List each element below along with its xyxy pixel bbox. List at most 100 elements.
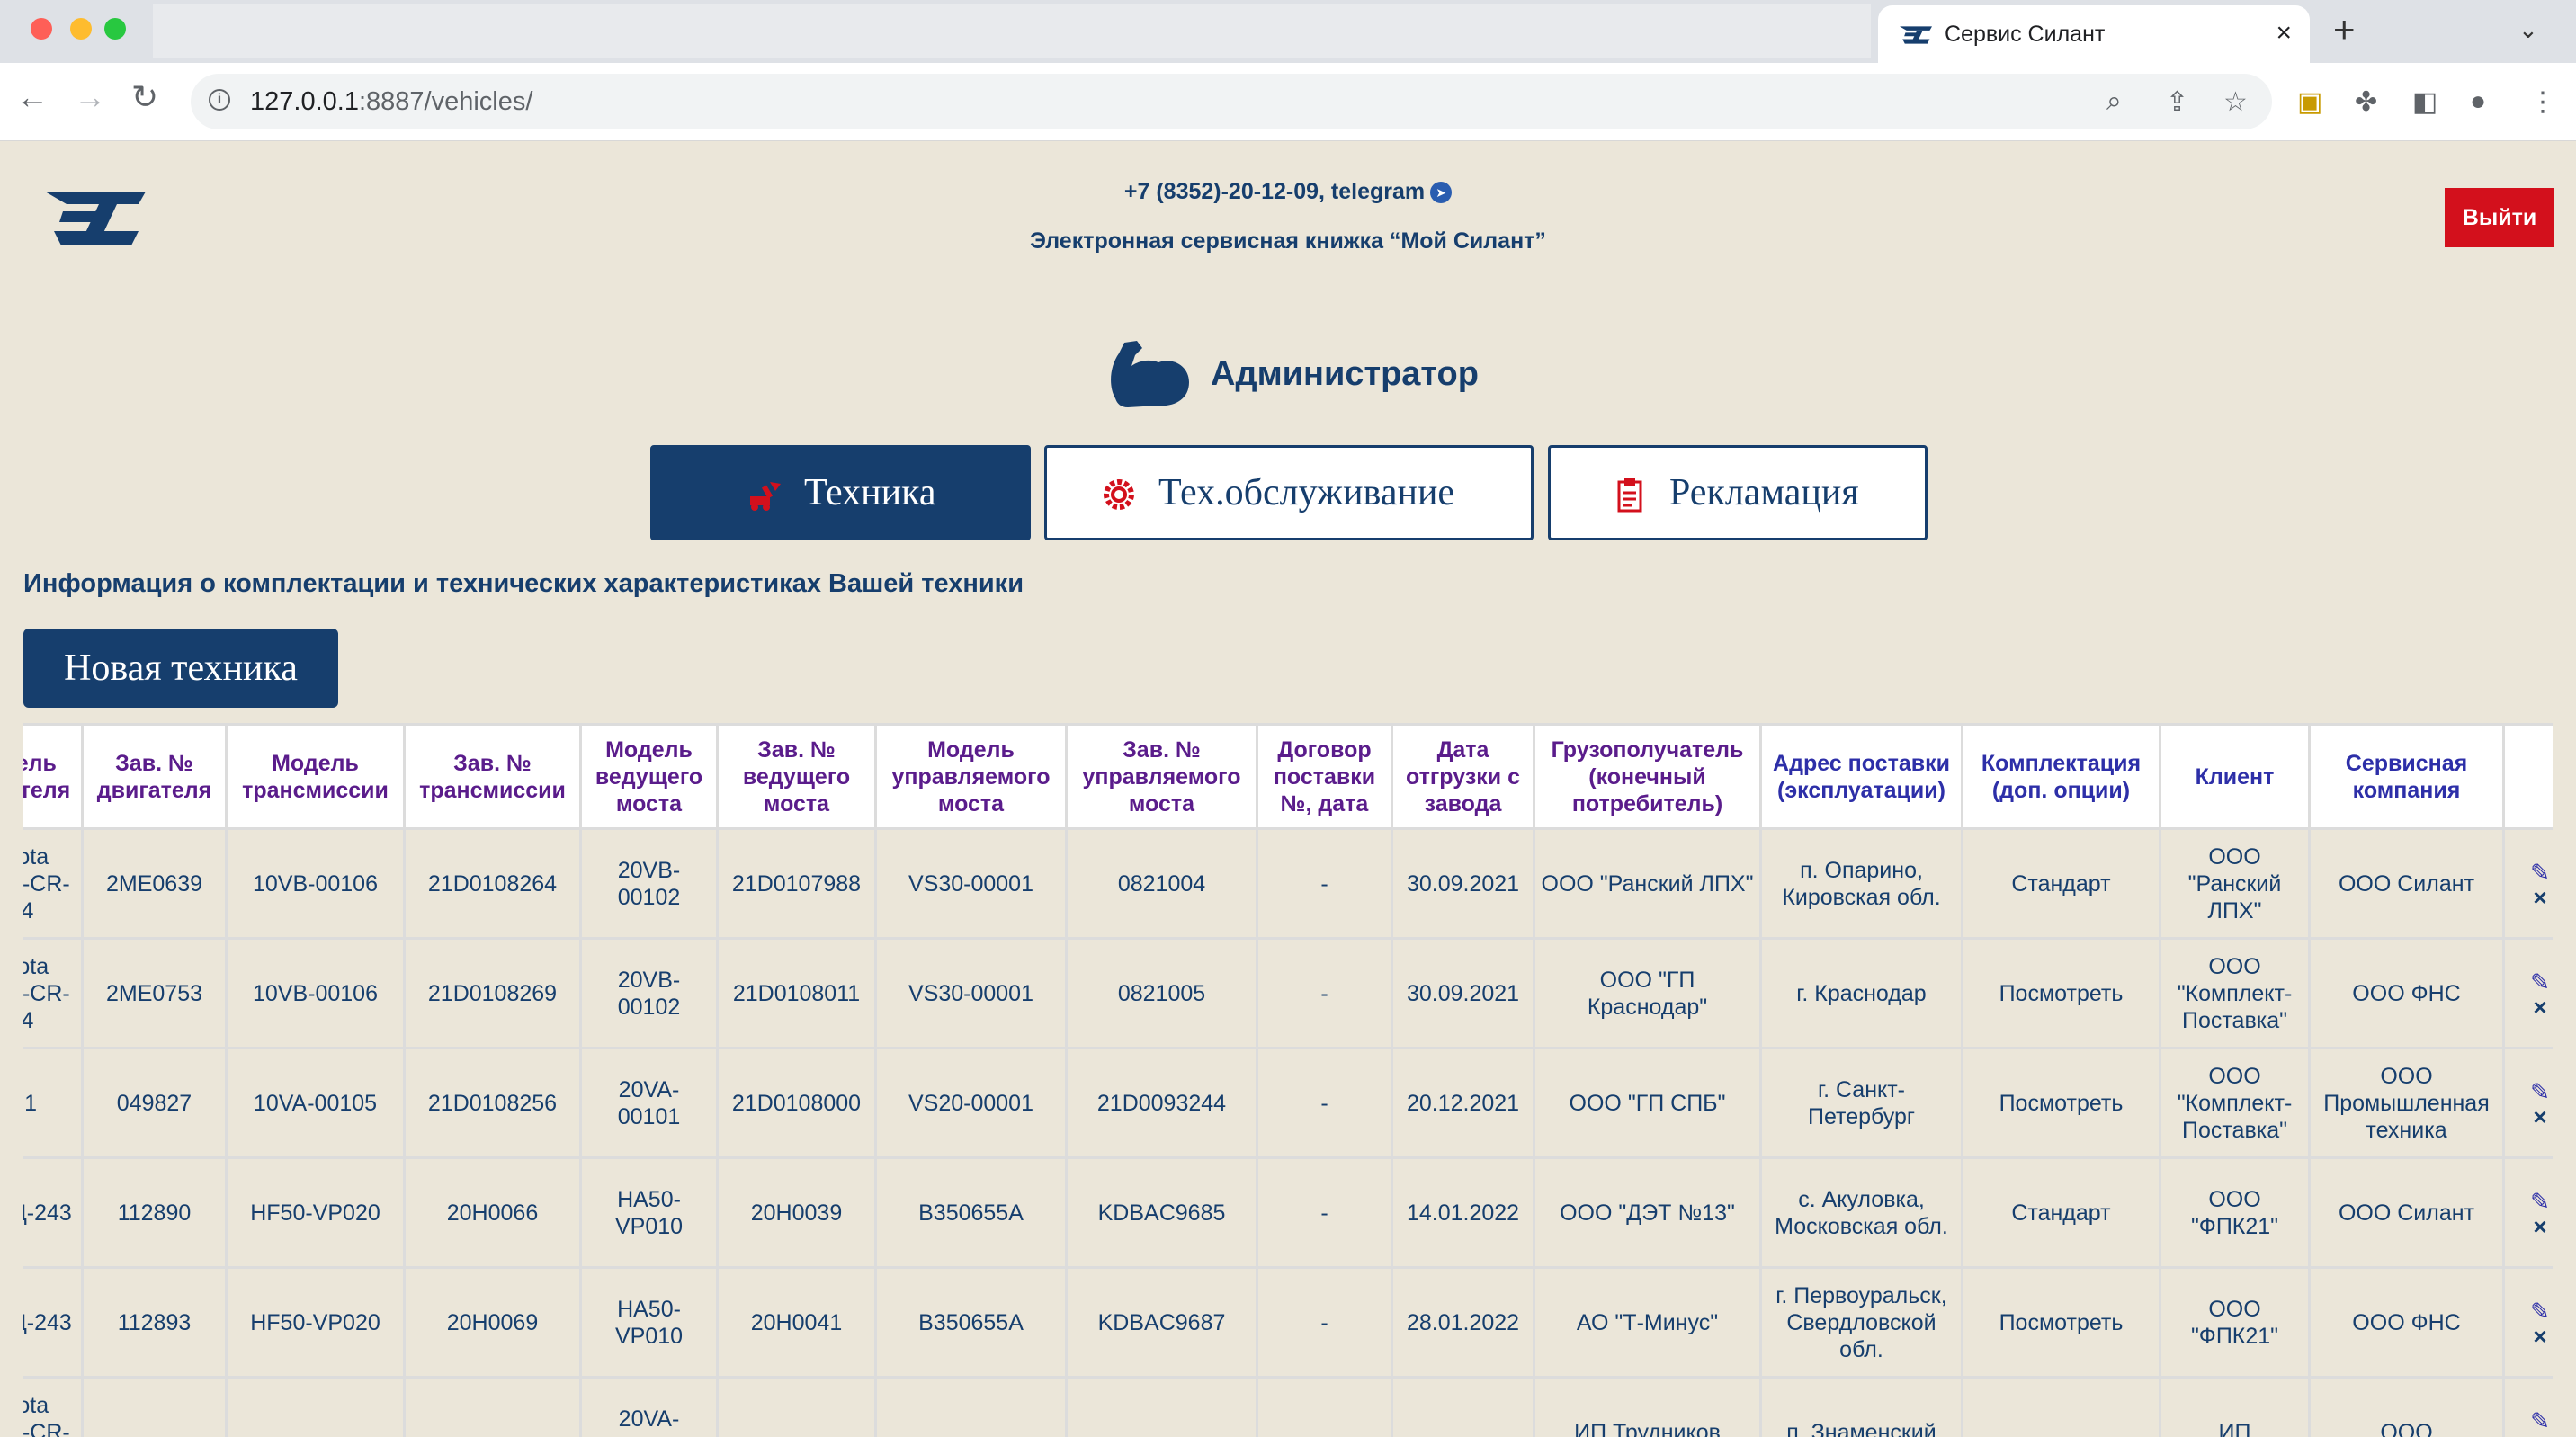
new-vehicle-button[interactable]: Новая техника: [23, 629, 338, 708]
table-cell: 2ME0639: [81, 827, 228, 940]
table-cell: [81, 1376, 228, 1437]
edit-pencil-icon[interactable]: ✎: [2507, 1078, 2554, 1105]
table-cell[interactable]: Посмотреть: [1961, 937, 2161, 1049]
table-cell: ООО ФНС: [2308, 937, 2505, 1049]
table-cell: г. Санкт-Петербург: [1759, 1047, 1963, 1159]
column-header[interactable]: Модель двигателя: [23, 723, 84, 830]
edit-pencil-icon[interactable]: ✎: [2507, 1298, 2554, 1325]
table-cell: ООО Силант: [2308, 1156, 2505, 1269]
column-header[interactable]: Зав. № ведущего моста: [716, 723, 877, 830]
row-actions: ✎×: [2502, 1376, 2554, 1437]
browser-tab-active[interactable]: Сервис Силант ×: [1878, 5, 2310, 63]
table-cell: 20VB-00102: [579, 827, 719, 940]
tab-strip-empty-area: [153, 4, 1871, 58]
table-row[interactable]: Д-2104982710VA-0010521D010825620VA-00101…: [23, 1047, 2554, 1159]
browser-menu-icon[interactable]: ⋮: [2529, 86, 2556, 118]
column-header[interactable]: Грузополучатель (конечный потребитель): [1533, 723, 1762, 830]
table-cell: Д-21: [23, 1047, 84, 1159]
column-header[interactable]: Сервисная компания: [2308, 723, 2505, 830]
delete-x-icon[interactable]: ×: [2507, 1434, 2554, 1437]
table-cell: 20.12.2021: [1391, 1047, 1535, 1159]
column-header[interactable]: Клиент: [2159, 723, 2311, 830]
table-cell: [1391, 1376, 1535, 1437]
profile-avatar-icon[interactable]: ●: [2470, 86, 2486, 117]
table-cell: KDBAC9687: [1065, 1266, 1258, 1379]
table-cell: г. Краснодар: [1759, 937, 1963, 1049]
tab-vehicles[interactable]: Техника: [650, 445, 1031, 540]
column-header: [2502, 723, 2553, 830]
table-cell: п. Знаменский: [1759, 1376, 1963, 1437]
tab-title: Сервис Силант: [1945, 22, 2106, 47]
table-cell: 10VB-00106: [225, 937, 406, 1049]
silant-favicon-icon: [1900, 26, 1932, 44]
table-cell: VS30-00001: [874, 937, 1068, 1049]
share-icon[interactable]: ⇪: [2166, 86, 2188, 118]
table-cell: ООО "Комплект-Поставка": [2159, 937, 2311, 1049]
tab-maintenance[interactable]: Тех.обслуживание: [1044, 445, 1534, 540]
tab-search-chevron-icon[interactable]: ⌄: [2518, 16, 2538, 44]
bookmark-star-icon[interactable]: ☆: [2223, 86, 2248, 118]
forward-arrow-icon[interactable]: →: [74, 81, 106, 113]
column-header[interactable]: Зав. № двигателя: [81, 723, 228, 830]
column-header[interactable]: Договор поставки №, дата: [1256, 723, 1393, 830]
table-cell: 21D0093244: [1065, 1047, 1258, 1159]
edit-pencil-icon[interactable]: ✎: [2507, 859, 2554, 886]
delete-x-icon[interactable]: ×: [2507, 1105, 2554, 1129]
table-row[interactable]: ММЗ Д-243112893HF50-VP02020H0069HA50-VP0…: [23, 1266, 2554, 1379]
table-row[interactable]: Kubota D1803-CR-TE42ME075310VB-0010621D0…: [23, 937, 2554, 1049]
column-header[interactable]: Комплектация (доп. опции): [1961, 723, 2161, 830]
table-row[interactable]: Kubota D1803-CR-TE4 20VA-00101 ИП Труднико…: [23, 1376, 2554, 1437]
delete-x-icon[interactable]: ×: [2507, 886, 2554, 909]
row-actions: ✎×: [2502, 1047, 2554, 1159]
delete-x-icon[interactable]: ×: [2507, 995, 2554, 1019]
maximize-window-button[interactable]: [104, 18, 126, 40]
table-row[interactable]: Kubota D1803-CR-TE42ME063910VB-0010621D0…: [23, 827, 2554, 940]
column-header[interactable]: Зав. № управляемого моста: [1065, 723, 1258, 830]
table-cell[interactable]: Посмотреть: [1961, 1266, 2161, 1379]
delete-x-icon[interactable]: ×: [2507, 1215, 2554, 1238]
minimize-window-button[interactable]: [70, 18, 92, 40]
table-cell: [225, 1376, 406, 1437]
edit-pencil-icon[interactable]: ✎: [2507, 1407, 2554, 1434]
back-arrow-icon[interactable]: ←: [16, 81, 49, 113]
table-cell: ООО "Ранский ЛПХ": [2159, 827, 2311, 940]
column-header[interactable]: Модель управляемого моста: [874, 723, 1068, 830]
logout-button[interactable]: Выйти: [2445, 188, 2554, 247]
table-cell: п. Опарино, Кировская обл.: [1759, 827, 1963, 940]
reload-icon[interactable]: ↻: [131, 81, 158, 113]
extensions-puzzle-icon[interactable]: ✤: [2355, 86, 2377, 118]
delete-x-icon[interactable]: ×: [2507, 1325, 2554, 1348]
table-cell[interactable]: Посмотреть: [1961, 1047, 2161, 1159]
url-text[interactable]: 127.0.0.1:8887/vehicles/: [250, 87, 532, 117]
column-header[interactable]: Дата отгрузки с завода: [1391, 723, 1535, 830]
column-header[interactable]: Модель ведущего моста: [579, 723, 719, 830]
table-cell: ООО "Комплект-Поставка": [2159, 1047, 2311, 1159]
column-header[interactable]: Зав. № трансмиссии: [403, 723, 582, 830]
table-cell: ИП: [2159, 1376, 2311, 1437]
table-cell: 20H0069: [403, 1266, 582, 1379]
zoom-icon[interactable]: ⌕: [2106, 86, 2122, 117]
tab-close-icon[interactable]: ×: [2276, 18, 2292, 49]
table-header: Модель двигателяЗав. № двигателяМодель т…: [23, 723, 2553, 830]
browser-toolbar: ← → ↻ i 127.0.0.1:8887/vehicles/ ⌕ ⇪ ☆ ▣…: [0, 63, 2576, 141]
table-cell: KDBAC9685: [1065, 1156, 1258, 1269]
edit-pencil-icon[interactable]: ✎: [2507, 968, 2554, 995]
site-info-icon[interactable]: i: [209, 89, 230, 111]
extension-card-icon[interactable]: ▣: [2297, 86, 2322, 118]
edit-pencil-icon[interactable]: ✎: [2507, 1188, 2554, 1215]
tab-claims[interactable]: Рекламация: [1548, 445, 1928, 540]
close-window-button[interactable]: [31, 18, 52, 40]
address-bar[interactable]: i 127.0.0.1:8887/vehicles/ ⌕ ⇪ ☆: [191, 74, 2272, 129]
column-header[interactable]: Модель трансмиссии: [225, 723, 406, 830]
telegram-icon[interactable]: ➤: [1430, 182, 1453, 204]
table-cell: 21D0108256: [403, 1047, 582, 1159]
table-row[interactable]: ММЗ Д-243112890HF50-VP02020H0066HA50-VP0…: [23, 1156, 2554, 1269]
table-cell: ИП Трудников: [1533, 1376, 1762, 1437]
side-panel-icon[interactable]: ◧: [2412, 86, 2437, 118]
vehicles-table-scroll[interactable]: Модель двигателяЗав. № двигателяМодель т…: [23, 723, 2553, 1437]
table-cell: B350655A: [874, 1266, 1068, 1379]
vehicles-table: Модель двигателяЗав. № двигателяМодель т…: [23, 723, 2553, 1437]
table-cell: -: [1256, 937, 1393, 1049]
new-tab-icon[interactable]: +: [2333, 11, 2356, 49]
column-header[interactable]: Адрес поставки (эксплуатации): [1759, 723, 1963, 830]
